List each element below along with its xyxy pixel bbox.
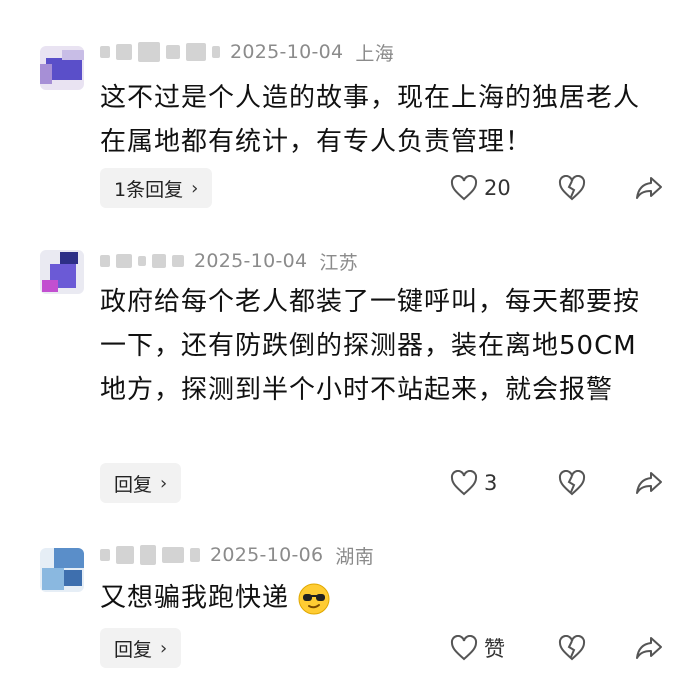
reply-button[interactable]: 回复 › bbox=[100, 628, 182, 668]
replies-label: 1条回复 bbox=[114, 178, 184, 201]
comment-date: 2025-10-04 bbox=[194, 250, 308, 272]
like-button[interactable]: 20 bbox=[450, 175, 524, 201]
username-blurred[interactable] bbox=[100, 545, 200, 565]
comment-location: 上海 bbox=[355, 42, 395, 65]
comment-meta: 2025-10-04 上海 bbox=[100, 38, 394, 66]
reply-label: 回复 bbox=[114, 473, 153, 496]
comment-text: 这不过是个人造的故事，现在上海的独居老人在属地都有统计，有专人负责管理！ bbox=[100, 83, 641, 157]
dislike-button[interactable] bbox=[558, 470, 586, 496]
chevron-right-icon: › bbox=[191, 177, 199, 199]
broken-heart-icon bbox=[558, 635, 586, 661]
username-blurred[interactable] bbox=[100, 254, 184, 268]
broken-heart-icon bbox=[558, 470, 586, 496]
comment-actions: 3 bbox=[450, 463, 680, 503]
comment-meta: 2025-10-04 江苏 bbox=[100, 247, 358, 275]
like-button[interactable]: 赞 bbox=[450, 633, 524, 663]
username-blurred[interactable] bbox=[100, 42, 220, 62]
like-count: 赞 bbox=[484, 637, 505, 661]
comment-text: 政府给每个老人都装了一键呼叫，每天都要按一下，还有防跌倒的探测器，装在离地50C… bbox=[100, 287, 641, 405]
avatar[interactable] bbox=[40, 548, 84, 592]
heart-outline-icon bbox=[450, 470, 478, 496]
like-count: 3 bbox=[484, 471, 498, 495]
heart-outline-icon bbox=[450, 175, 478, 201]
like-count: 20 bbox=[484, 176, 511, 200]
avatar[interactable] bbox=[40, 46, 84, 90]
dislike-button[interactable] bbox=[558, 175, 586, 201]
comment-text-content: 又想骗我跑快递 bbox=[100, 583, 290, 613]
comment-actions: 赞 bbox=[450, 628, 680, 668]
share-button[interactable] bbox=[635, 635, 663, 661]
reply-label: 回复 bbox=[114, 638, 153, 661]
comment-location: 湖南 bbox=[335, 545, 375, 568]
like-button[interactable]: 3 bbox=[450, 470, 524, 496]
share-button[interactable] bbox=[635, 470, 663, 496]
reply-button[interactable]: 回复 › bbox=[100, 463, 182, 503]
chevron-right-icon: › bbox=[160, 472, 168, 494]
comment-text: 又想骗我跑快递 bbox=[100, 576, 660, 620]
broken-heart-icon bbox=[558, 175, 586, 201]
share-arrow-icon bbox=[636, 472, 662, 494]
comment-date: 2025-10-06 bbox=[210, 544, 324, 566]
share-button[interactable] bbox=[635, 175, 663, 201]
share-arrow-icon bbox=[636, 637, 662, 659]
share-arrow-icon bbox=[636, 177, 662, 199]
chevron-right-icon: › bbox=[160, 637, 168, 659]
replies-button[interactable]: 1条回复 › bbox=[100, 168, 213, 208]
heart-outline-icon bbox=[450, 635, 478, 661]
comment-date: 2025-10-04 bbox=[230, 41, 344, 63]
dislike-button[interactable] bbox=[558, 635, 586, 661]
avatar[interactable] bbox=[40, 250, 84, 294]
comment-actions: 20 bbox=[450, 168, 680, 208]
comment-location: 江苏 bbox=[319, 251, 359, 274]
comment-meta: 2025-10-06 湖南 bbox=[100, 541, 374, 569]
cool-sunglasses-emoji bbox=[298, 583, 330, 614]
